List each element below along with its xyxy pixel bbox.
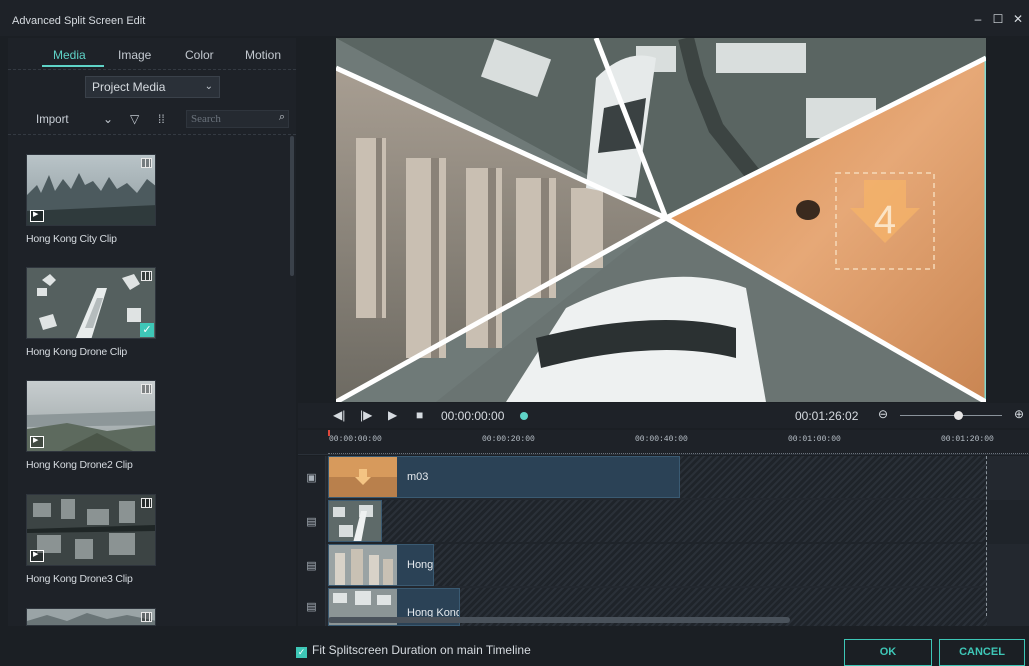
clip-name: Hong bbox=[407, 559, 434, 571]
film-icon bbox=[141, 384, 152, 394]
timeline-scrollbar[interactable] bbox=[328, 617, 790, 623]
clip-thumbnail[interactable] bbox=[26, 494, 156, 566]
timeline-tracks: ▣ m03 ▤ ▤ Hong ▤ Hong Kong bbox=[298, 456, 1029, 626]
grid-view-icon[interactable]: ⁞⁞ bbox=[158, 112, 165, 126]
panel-tabs: Media Image Color Motion bbox=[8, 38, 296, 68]
import-button[interactable]: Import bbox=[36, 114, 69, 126]
media-panel: Media Image Color Motion Project Media ⌄… bbox=[8, 38, 296, 626]
clip-label: Hong Kong City Clip bbox=[26, 233, 117, 245]
ruler-tick: 00:00:00:00 bbox=[329, 435, 382, 444]
film-icon bbox=[141, 271, 152, 281]
timeline-clip[interactable]: m03 bbox=[328, 456, 680, 498]
current-time: 00:00:00:00 bbox=[441, 409, 505, 423]
split-screen-preview[interactable]: 4 bbox=[336, 38, 986, 402]
active-tab-indicator bbox=[42, 65, 104, 67]
minimize-button[interactable]: – bbox=[970, 12, 986, 26]
media-item[interactable]: Hong Kong Drone3 Clip bbox=[26, 494, 158, 585]
ok-button[interactable]: OK bbox=[844, 639, 932, 666]
checkbox-checked-icon[interactable]: ✓ bbox=[296, 647, 307, 658]
window-title: Advanced Split Screen Edit bbox=[12, 15, 146, 27]
checkmark-icon: ✓ bbox=[140, 323, 154, 337]
play-preview-icon[interactable] bbox=[30, 210, 44, 222]
media-item[interactable]: Hong Kong Drone2 Clip bbox=[26, 380, 158, 471]
search-box: ⌕ bbox=[186, 110, 289, 128]
tab-image[interactable]: Image bbox=[118, 48, 151, 62]
title-bar: Advanced Split Screen Edit – ☐ ✕ bbox=[0, 0, 1029, 36]
clip-thumbnail[interactable]: ✓ bbox=[26, 267, 156, 339]
tab-media[interactable]: Media bbox=[53, 48, 86, 62]
search-icon[interactable]: ⌕ bbox=[279, 111, 285, 124]
film-icon bbox=[141, 498, 152, 508]
clip-name: m03 bbox=[407, 471, 429, 483]
step-back-icon[interactable]: ◀| bbox=[333, 408, 345, 422]
ruler-scale bbox=[328, 447, 1028, 454]
timeline-end-marker bbox=[986, 456, 987, 616]
film-icon bbox=[141, 612, 152, 622]
divider bbox=[8, 134, 296, 135]
timeline-clip[interactable]: Hong bbox=[328, 544, 434, 586]
video-track-icon: ▤ bbox=[298, 500, 326, 544]
cancel-button[interactable]: CANCEL bbox=[939, 639, 1025, 666]
maximize-button[interactable]: ☐ bbox=[990, 12, 1006, 26]
media-item[interactable] bbox=[26, 608, 158, 626]
video-track-icon: ▤ bbox=[298, 544, 326, 588]
stop-icon[interactable]: ■ bbox=[416, 408, 423, 422]
ruler-tick: 00:01:20:00 bbox=[941, 435, 994, 444]
timeline-clip[interactable] bbox=[328, 500, 382, 542]
fit-duration-checkbox[interactable]: ✓ Fit Splitscreen Duration on main Timeli… bbox=[296, 643, 531, 658]
timeline-track: ▤ Hong bbox=[298, 544, 1029, 588]
timeline-track: ▣ m03 bbox=[298, 456, 1029, 500]
media-list-scrollbar[interactable] bbox=[290, 136, 294, 276]
clip-thumbnail[interactable] bbox=[26, 608, 156, 626]
step-forward-icon[interactable]: |▶ bbox=[360, 408, 372, 422]
dropdown-value: Project Media bbox=[92, 80, 166, 94]
fit-duration-label: Fit Splitscreen Duration on main Timelin… bbox=[312, 643, 531, 657]
clip-label: Hong Kong Drone3 Clip bbox=[26, 573, 133, 585]
play-preview-icon[interactable] bbox=[30, 436, 44, 448]
playhead-marker[interactable] bbox=[520, 412, 528, 420]
timeline-track: ▤ bbox=[298, 500, 1029, 544]
timeline-ruler[interactable]: 00:00:00:00 00:00:20:00 00:00:40:00 00:0… bbox=[298, 430, 1029, 455]
ruler-tick: 00:01:00:00 bbox=[788, 435, 841, 444]
clip-thumbnail[interactable] bbox=[26, 380, 156, 452]
clip-label: Hong Kong Drone2 Clip bbox=[26, 459, 133, 471]
split-screen-editor-window: Advanced Split Screen Edit – ☐ ✕ Media I… bbox=[0, 0, 1029, 666]
countdown-number: 4 bbox=[874, 198, 896, 242]
zoom-out-icon[interactable]: ⊖ bbox=[878, 407, 888, 421]
zoom-slider[interactable] bbox=[900, 415, 1002, 416]
divider bbox=[8, 69, 296, 70]
image-track-icon: ▣ bbox=[298, 456, 326, 500]
media-item[interactable]: Hong Kong City Clip bbox=[26, 154, 158, 245]
close-button[interactable]: ✕ bbox=[1010, 12, 1026, 26]
playback-controls: ◀| |▶ ▶ ■ 00:00:00:00 00:01:26:02 ⊖ ⊕ bbox=[298, 403, 1029, 428]
playhead[interactable] bbox=[328, 430, 330, 436]
ruler-tick: 00:00:20:00 bbox=[482, 435, 535, 444]
import-dropdown-icon[interactable]: ⌄ bbox=[103, 112, 113, 126]
ruler-tick: 00:00:40:00 bbox=[635, 435, 688, 444]
track-empty-area[interactable] bbox=[328, 500, 987, 542]
film-icon bbox=[141, 158, 152, 168]
tab-motion[interactable]: Motion bbox=[245, 48, 281, 62]
total-duration: 00:01:26:02 bbox=[795, 409, 859, 423]
zoom-in-icon[interactable]: ⊕ bbox=[1014, 407, 1024, 421]
media-item[interactable]: ✓ Hong Kong Drone Clip bbox=[26, 267, 158, 358]
dialog-footer: ✓ Fit Splitscreen Duration on main Timeli… bbox=[0, 628, 1029, 666]
filter-icon[interactable]: ▽ bbox=[130, 112, 139, 126]
project-media-dropdown[interactable]: Project Media ⌄ bbox=[85, 76, 220, 98]
video-track-icon: ▤ bbox=[298, 588, 326, 626]
tab-color[interactable]: Color bbox=[185, 48, 214, 62]
search-input[interactable] bbox=[191, 112, 269, 126]
chevron-down-icon: ⌄ bbox=[204, 81, 213, 92]
clip-label: Hong Kong Drone Clip bbox=[26, 346, 128, 358]
clip-thumbnail[interactable] bbox=[26, 154, 156, 226]
zoom-slider-handle[interactable] bbox=[954, 411, 963, 420]
play-preview-icon[interactable] bbox=[30, 550, 44, 562]
play-icon[interactable]: ▶ bbox=[388, 408, 397, 422]
